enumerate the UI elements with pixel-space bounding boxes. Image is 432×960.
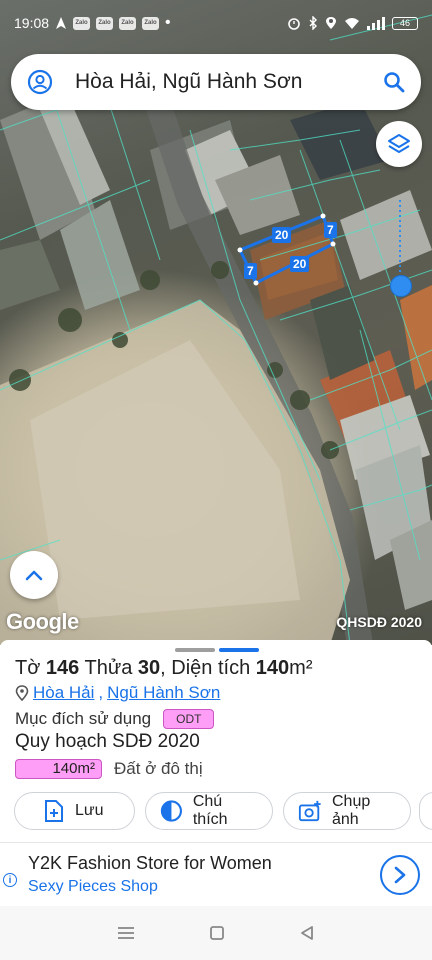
parcel-info-sheet: Tờ 146 Thửa 30, Diện tích 140m² Hòa Hải,… [0, 640, 432, 840]
parcel-side-label: 20 [272, 227, 292, 243]
bookmark-add-icon [45, 800, 63, 822]
capture-label: Chụp ảnh [331, 793, 371, 828]
layers-icon [388, 134, 410, 153]
navigation-icon [56, 17, 67, 29]
lot-label: Thửa [84, 657, 133, 679]
area-value: 140 [255, 657, 290, 679]
address-separator: , [98, 683, 104, 702]
area-unit: m² [289, 657, 313, 679]
more-notifications-icon: • [165, 14, 171, 31]
account-icon[interactable] [27, 69, 53, 95]
more-action-button-partial[interactable] [419, 792, 432, 830]
area-label: Diện tích [171, 657, 251, 679]
signal-icon [367, 16, 385, 30]
legend-label: Chú thích [192, 793, 228, 828]
ad-banner[interactable]: i Y2K Fashion Store for Women Sexy Piece… [0, 842, 432, 906]
location-icon [326, 17, 336, 29]
alarm-icon [288, 18, 300, 30]
zalo-notification-icon: Zalo [142, 16, 160, 30]
purpose-code-badge: ODT [163, 709, 215, 729]
zalo-notification-icon: Zalo [73, 16, 91, 30]
save-button[interactable]: Lưu [14, 792, 135, 830]
chevron-right-icon [394, 866, 406, 884]
battery-icon: 46 [392, 16, 418, 30]
bluetooth-icon [309, 16, 317, 30]
wifi-icon [345, 17, 359, 29]
sheet-number: 146 [45, 657, 80, 679]
parcel-title: Tờ 146 Thửa 30, Diện tích 140m² [15, 657, 312, 680]
plan-area-row: 140m² Đất ở đô thị [15, 759, 203, 779]
zalo-notification-icon: Zalo [119, 16, 137, 30]
sheet-label: Tờ [15, 657, 41, 679]
lot-number: 30 [137, 657, 161, 679]
ad-info-icon[interactable]: i [3, 873, 17, 887]
ad-title[interactable]: Y2K Fashion Store for Women [28, 853, 272, 874]
battery-level: 46 [399, 18, 410, 28]
search-icon[interactable] [383, 71, 405, 93]
my-location-dot [390, 275, 412, 297]
save-label: Lưu [75, 802, 104, 819]
location-pin-icon [15, 685, 29, 701]
status-time: 19:08 [14, 15, 50, 31]
plan-description: Đất ở đô thị [114, 759, 203, 778]
land-purpose-row: Mục đích sử dụng ODT [15, 709, 215, 729]
parcel-side-label: 7 [324, 222, 337, 238]
ad-subtitle[interactable]: Sexy Pieces Shop [28, 878, 158, 896]
plan-heading: Quy hoạch SDĐ 2020 [15, 731, 200, 752]
parcel-side-label: 7 [244, 263, 257, 279]
action-row: Lưu Chú thích Chụp ảnh [14, 792, 411, 830]
back-icon[interactable] [299, 925, 315, 941]
capture-button[interactable]: Chụp ảnh [283, 792, 411, 830]
system-nav-bar [0, 906, 432, 960]
zalo-notification-icon: Zalo [96, 16, 114, 30]
legend-button[interactable]: Chú thích [145, 792, 273, 830]
expand-sheet-button[interactable] [10, 551, 58, 599]
purpose-label: Mục đích sử dụng [15, 709, 152, 728]
parcel-side-label: 20 [290, 256, 310, 272]
plan-area-badge: 140m² [15, 759, 102, 779]
home-icon[interactable] [209, 925, 225, 941]
contrast-icon [160, 800, 182, 822]
ad-open-button[interactable] [380, 855, 420, 895]
sheet-handle[interactable] [175, 648, 259, 652]
search-bar[interactable]: Hòa Hải, Ngũ Hành Sơn [11, 54, 421, 110]
district-link[interactable]: Ngũ Hành Sơn [107, 683, 220, 703]
search-input[interactable]: Hòa Hải, Ngũ Hành Sơn [75, 70, 383, 94]
layers-button[interactable] [376, 121, 422, 167]
active-layer-label: QHSDĐ 2020 [336, 614, 422, 630]
chevron-up-icon [25, 570, 43, 581]
google-logo: Google [6, 609, 79, 634]
add-photo-icon [298, 800, 321, 822]
parcel-address: Hòa Hải, Ngũ Hành Sơn [15, 683, 220, 703]
status-bar: 19:08 Zalo Zalo Zalo Zalo • 46 [0, 0, 432, 46]
title-separator: , [160, 657, 166, 679]
menu-icon[interactable] [117, 926, 135, 940]
ward-link[interactable]: Hòa Hải [33, 683, 94, 703]
